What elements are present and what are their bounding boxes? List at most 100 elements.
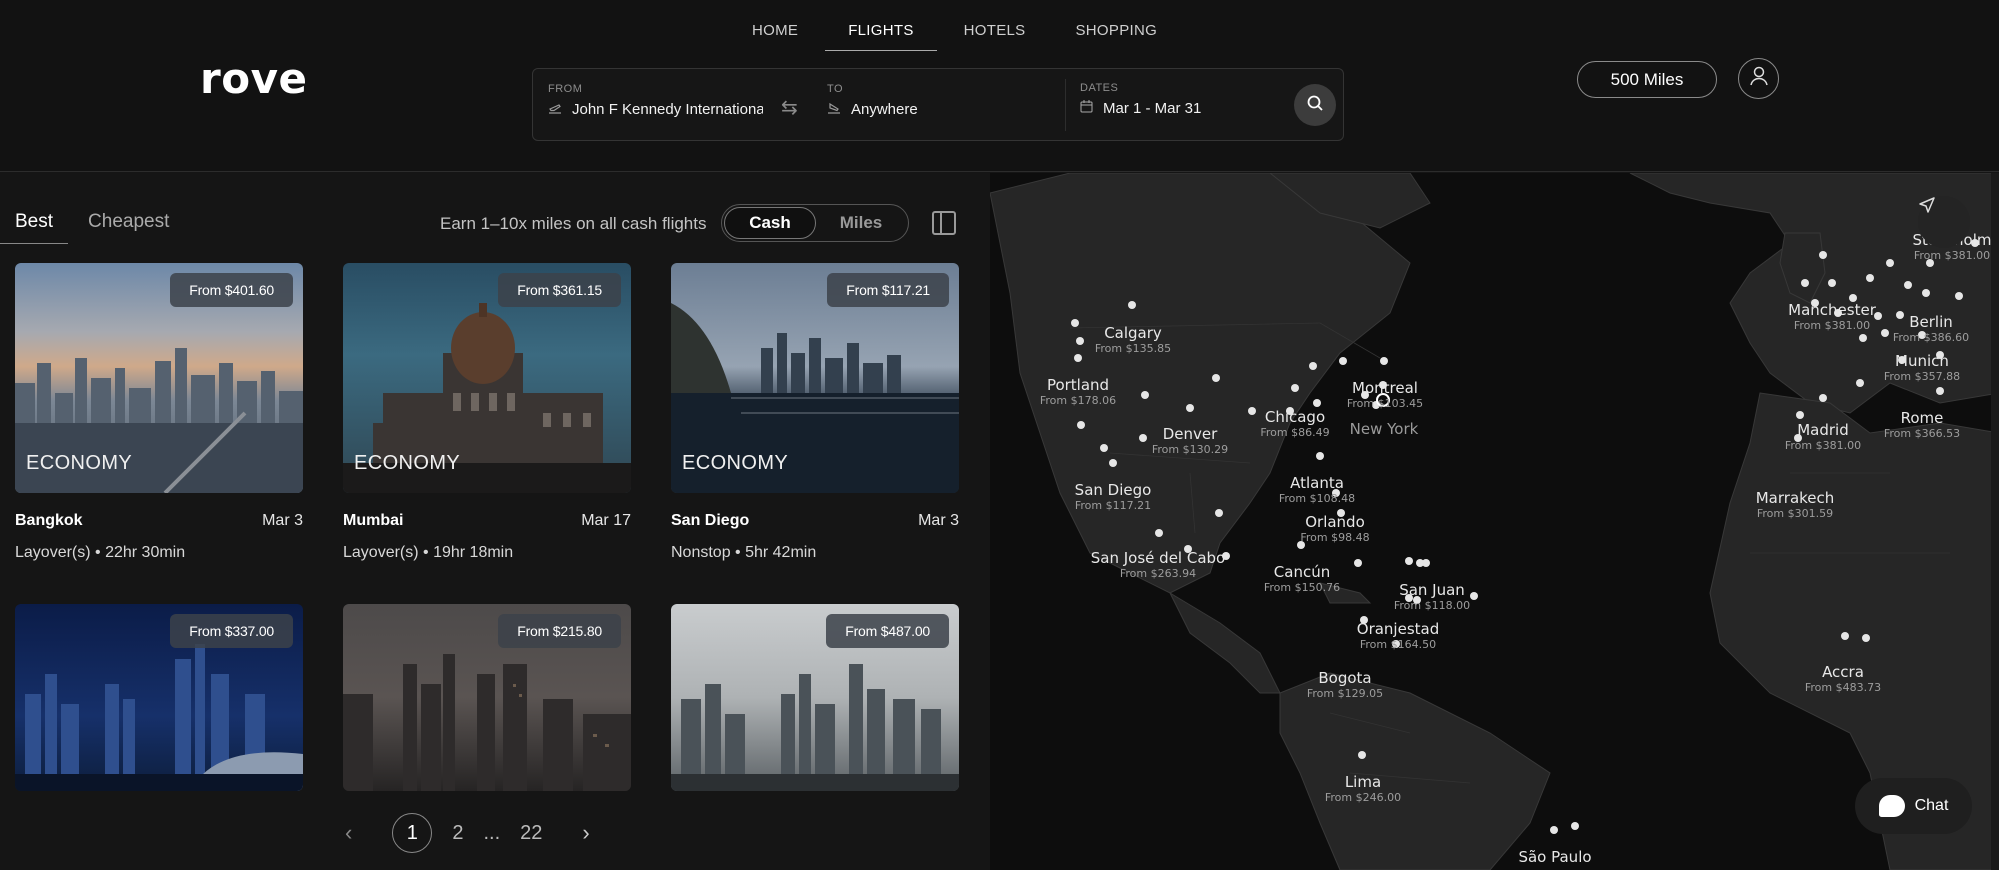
tab-cheapest[interactable]: Cheapest: [88, 211, 169, 244]
price-badge: From $117.21: [827, 273, 949, 307]
destination-image: From $401.60 ECONOMY: [15, 263, 303, 493]
from-value: John F Kennedy Internationa: [572, 101, 763, 118]
map-city-marker[interactable]: San Diego From $117.21: [1075, 481, 1152, 512]
top-header: rove HOME FLIGHTS HOTELS SHOPPING FROM J…: [0, 0, 1999, 172]
map-city-marker[interactable]: Bogota From $129.05: [1307, 669, 1383, 700]
cabin-class: ECONOMY: [26, 452, 133, 474]
flight-card[interactable]: From $117.21 ECONOMY San Diego Mar 3 Non…: [671, 263, 959, 562]
destination-image: From $215.80: [343, 604, 631, 791]
toggle-miles[interactable]: Miles: [816, 207, 906, 239]
destination-city: Bangkok: [15, 512, 83, 529]
cabin-class: ECONOMY: [354, 452, 461, 474]
cabin-class: ECONOMY: [682, 452, 789, 474]
destinations-map[interactable]: Calgary From $135.85 Portland From $178.…: [990, 173, 1999, 870]
map-city-marker[interactable]: Chicago From $86.49: [1260, 408, 1329, 439]
flight-card[interactable]: From $401.60 ECONOMY Bangkok Mar 3 Layov…: [15, 263, 303, 562]
map-city-marker[interactable]: Berlin From $386.60: [1893, 313, 1969, 344]
search-button[interactable]: [1294, 84, 1336, 126]
page-ellipsis: ...: [483, 821, 501, 844]
map-city-marker[interactable]: New York: [1350, 420, 1419, 438]
miles-balance-button[interactable]: 500 Miles: [1577, 61, 1717, 98]
flight-card[interactable]: From $337.00: [15, 604, 303, 791]
flight-card[interactable]: From $215.80: [343, 604, 631, 791]
map-city-marker[interactable]: São Paulo: [1518, 848, 1591, 866]
to-field[interactable]: TO Anywhere: [827, 83, 1027, 118]
chat-label: Chat: [1914, 797, 1949, 814]
map-city-marker[interactable]: Portland From $178.06: [1040, 376, 1116, 407]
to-value: Anywhere: [851, 101, 918, 118]
next-page-icon[interactable]: ›: [582, 820, 589, 846]
price-badge: From $337.00: [170, 614, 293, 648]
map-city-marker[interactable]: Cancún From $150.76: [1264, 563, 1340, 594]
map-city-marker[interactable]: Oranjestad From $164.50: [1357, 620, 1439, 651]
landing-icon: [827, 101, 841, 118]
page-scrollbar[interactable]: [1991, 173, 1999, 870]
nav-home[interactable]: HOME: [727, 22, 823, 51]
map-city-marker[interactable]: Montreal From $103.45: [1347, 379, 1423, 410]
map-city-marker[interactable]: Madrid From $381.00: [1785, 421, 1861, 452]
swap-icon[interactable]: ⇆: [781, 95, 798, 120]
map-city-marker[interactable]: Rome From $366.53: [1884, 409, 1960, 440]
map-city-marker[interactable]: Marrakech From $301.59: [1756, 489, 1835, 520]
flight-card[interactable]: From $487.00: [671, 604, 959, 791]
earn-miles-text: Earn 1–10x miles on all cash flights: [440, 214, 707, 233]
destination-image: From $337.00: [15, 604, 303, 791]
map-city-marker[interactable]: San José del Cabo From $263.94: [1091, 549, 1225, 580]
results-panel: Best Cheapest Earn 1–10x miles on all ca…: [0, 173, 990, 870]
calendar-icon: [1080, 100, 1093, 117]
map-city-marker[interactable]: San Juan From $118.00: [1394, 581, 1470, 612]
flight-date: Mar 3: [918, 512, 959, 529]
from-label: FROM: [548, 83, 583, 95]
dates-field[interactable]: DATES Mar 1 - Mar 31: [1065, 79, 1265, 131]
map-landmass: [990, 173, 1999, 870]
map-city-marker[interactable]: Denver From $130.29: [1152, 425, 1228, 456]
flight-duration: Layover(s) • 19hr 18min: [343, 544, 514, 561]
chat-button[interactable]: Chat: [1855, 778, 1972, 834]
from-field[interactable]: FROM John F Kennedy Internationa: [548, 83, 763, 118]
prev-page-icon[interactable]: ‹: [345, 820, 352, 846]
takeoff-icon: [548, 101, 562, 118]
flight-duration: Nonstop • 5hr 42min: [671, 544, 817, 561]
price-badge: From $487.00: [826, 614, 949, 648]
destination-image: From $361.15 ECONOMY: [343, 263, 631, 493]
price-badge: From $215.80: [498, 614, 621, 648]
nav-hotels[interactable]: HOTELS: [939, 22, 1051, 51]
toggle-cash[interactable]: Cash: [724, 207, 816, 239]
map-city-marker[interactable]: Atlanta From $108.48: [1279, 474, 1355, 505]
sort-tabs: Best Cheapest: [0, 211, 169, 244]
map-city-marker[interactable]: Manchester From $381.00: [1788, 301, 1876, 332]
to-label: TO: [827, 83, 844, 95]
page-1[interactable]: 1: [392, 813, 433, 853]
page-2[interactable]: 2: [452, 822, 463, 845]
dates-label: DATES: [1080, 82, 1119, 94]
destination-image: From $487.00: [671, 604, 959, 791]
recenter-button[interactable]: [1918, 196, 1970, 248]
price-badge: From $401.60: [170, 273, 293, 307]
account-button[interactable]: [1738, 58, 1779, 99]
map-city-marker[interactable]: Lima From $246.00: [1325, 773, 1401, 804]
map-city-marker[interactable]: Accra From $483.73: [1805, 663, 1881, 694]
flight-search-bar: FROM John F Kennedy Internationa ⇆ TO An…: [532, 68, 1344, 141]
nav-shopping[interactable]: SHOPPING: [1050, 22, 1182, 51]
flight-card[interactable]: From $361.15 ECONOMY Mumbai Mar 17 Layov…: [343, 263, 631, 562]
user-icon: [1748, 65, 1770, 92]
map-city-marker[interactable]: Calgary From $135.85: [1095, 324, 1171, 355]
flight-duration: Layover(s) • 22hr 30min: [15, 544, 186, 561]
cash-miles-toggle: Cash Miles: [721, 204, 909, 242]
main-nav: HOME FLIGHTS HOTELS SHOPPING: [727, 22, 1182, 51]
map-city-marker[interactable]: Munich From $357.88: [1884, 352, 1960, 383]
destination-city: Mumbai: [343, 512, 404, 529]
map-city-marker[interactable]: Orlando From $98.48: [1300, 513, 1369, 544]
destination-city: San Diego: [671, 512, 750, 529]
rove-logo[interactable]: rove: [200, 54, 307, 103]
nav-flights[interactable]: FLIGHTS: [823, 22, 938, 51]
flight-date: Mar 17: [581, 512, 631, 529]
search-icon: [1306, 94, 1324, 117]
sidebar-toggle-icon[interactable]: [932, 211, 956, 235]
flight-date: Mar 3: [262, 512, 303, 529]
pagination: ‹ 1 2 ... 22 ›: [345, 813, 590, 853]
dates-value: Mar 1 - Mar 31: [1103, 100, 1202, 117]
destination-image: From $117.21 ECONOMY: [671, 263, 959, 493]
tab-best[interactable]: Best: [0, 211, 69, 244]
page-22[interactable]: 22: [520, 822, 542, 845]
